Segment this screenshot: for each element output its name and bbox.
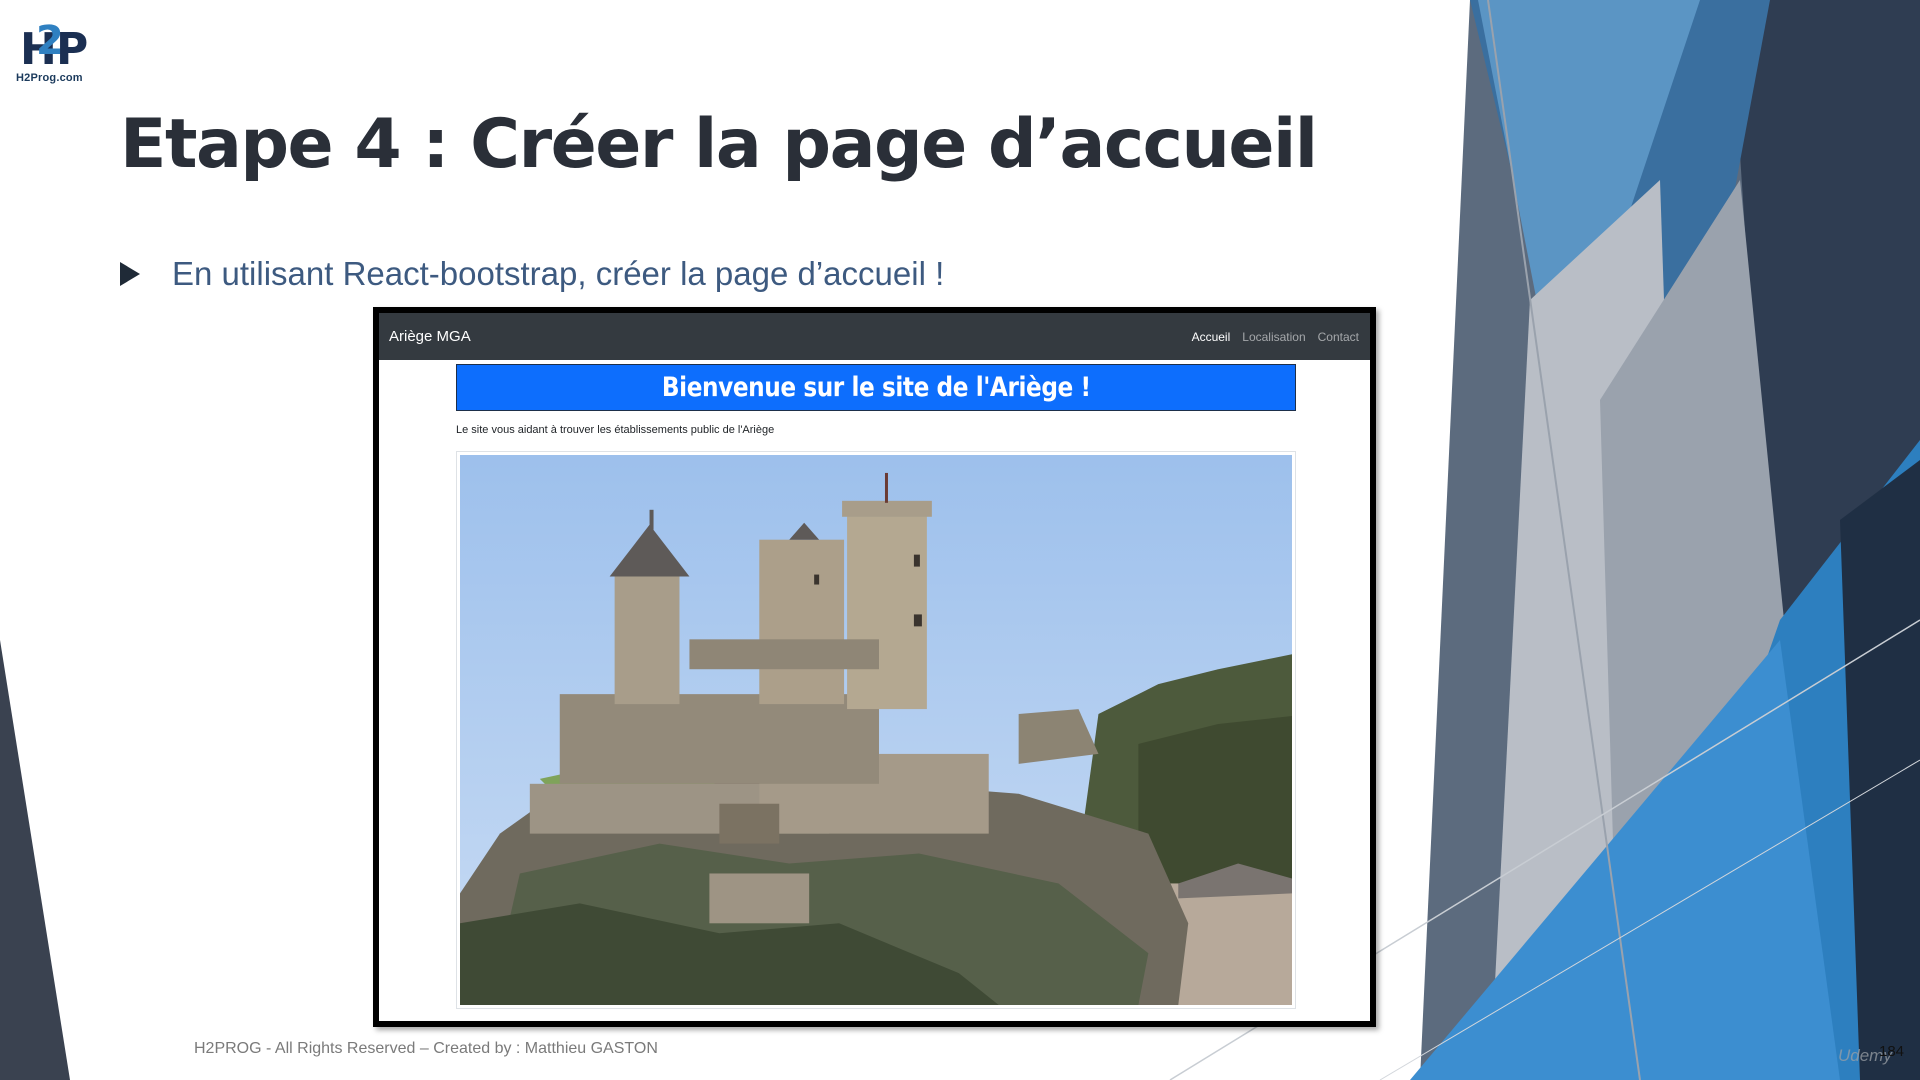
nav-link-contact[interactable]: Contact — [1318, 330, 1359, 344]
castle-image-frame — [456, 451, 1296, 1009]
website-screenshot: Ariège MGA Accueil Localisation Contact … — [373, 307, 1376, 1027]
logo-domain-text: H2Prog.com — [16, 72, 83, 84]
bullet-arrow-icon — [120, 262, 140, 286]
nav-link-localisation[interactable]: Localisation — [1242, 330, 1305, 344]
bullet-item: En utilisant React-bootstrap, créer la p… — [120, 252, 944, 296]
site-subtitle: Le site vous aidant à trouver les établi… — [456, 424, 775, 436]
site-navbar: Ariège MGA Accueil Localisation Contact — [379, 313, 1370, 360]
h2p-logo-icon: H 2 P — [20, 18, 88, 74]
svg-text:P: P — [56, 24, 88, 74]
page-number: 184 — [1879, 1043, 1905, 1060]
bullet-text: En utilisant React-bootstrap, créer la p… — [172, 255, 945, 292]
site-nav: Accueil Localisation Contact — [1180, 313, 1359, 360]
nav-link-accueil[interactable]: Accueil — [1192, 330, 1231, 344]
h2prog-logo: H 2 P H2Prog.com — [16, 18, 88, 84]
welcome-banner-text: Bienvenue sur le site de l'Ariège ! — [661, 372, 1091, 403]
slide: H 2 P H2Prog.com Etape 4 : Créer la page… — [0, 0, 1920, 1080]
welcome-banner: Bienvenue sur le site de l'Ariège ! — [456, 364, 1296, 411]
slide-footer: H2PROG - All Rights Reserved – Created b… — [194, 1040, 658, 1057]
slide-title: Etape 4 : Créer la page d’accueil — [120, 105, 1318, 184]
castle-photo — [460, 455, 1292, 1005]
site-brand[interactable]: Ariège MGA — [389, 313, 471, 360]
